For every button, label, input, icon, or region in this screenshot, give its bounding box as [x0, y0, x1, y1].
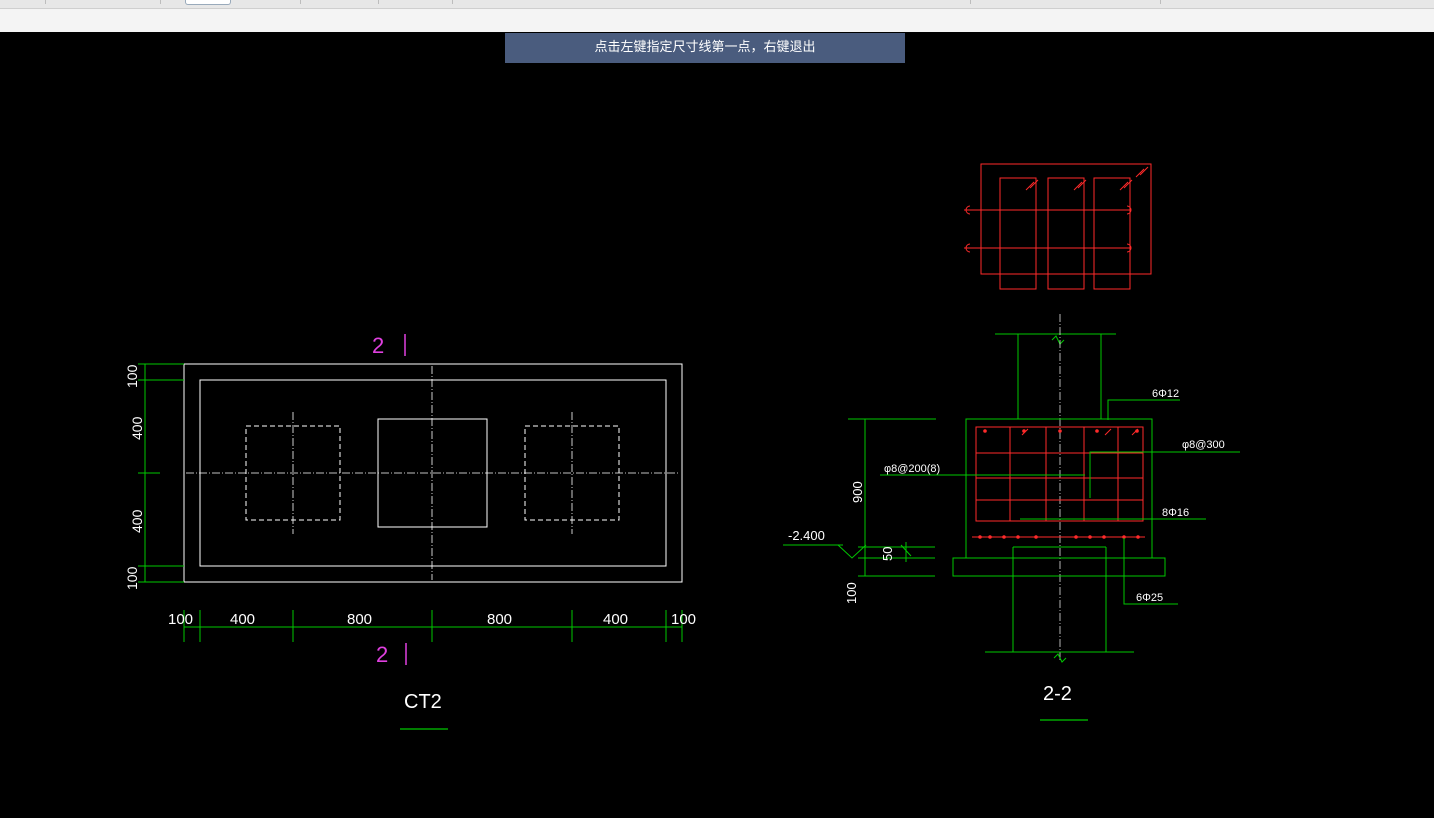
dim-text: 100	[124, 566, 140, 590]
plan-left-dim-texts: 100 400 400 100	[124, 364, 145, 590]
cad-drawing: 2 2 100 400 800 800 400 100 100 400 400 …	[124, 163, 1240, 730]
tab-separator	[452, 0, 453, 4]
toolbar-strip	[0, 9, 1434, 33]
section-mark-bottom: 2	[376, 642, 388, 667]
tab-separator	[45, 0, 46, 4]
elevation-mark: -2.400	[783, 528, 867, 559]
dim-text: 400	[603, 611, 628, 628]
dim-text: 400	[129, 416, 145, 440]
dim-text: 100	[844, 582, 859, 604]
elevation-text: -2.400	[788, 528, 825, 543]
dim-text: 100	[671, 611, 696, 628]
rebar-cage-outline[interactable]	[980, 163, 1152, 275]
rebar-label-bottom: 6Φ25	[1136, 592, 1163, 604]
rebar-labels: 6Φ12 φ8@300 φ8@200(8) 8Φ16 6Φ25	[884, 388, 1225, 604]
stirrup-3[interactable]	[1093, 177, 1131, 290]
tab-separator	[1160, 0, 1161, 4]
dim-text: 400	[230, 611, 255, 628]
dim-text: 900	[850, 481, 865, 503]
cushion-layer[interactable]	[952, 557, 1166, 577]
dim-text: 800	[487, 611, 512, 628]
command-prompt-banner: 点击左键指定尺寸线第一点，右键退出	[505, 33, 905, 63]
section-view: 6Φ12 φ8@300 φ8@200(8) 8Φ16 6Φ25 900 50 1…	[783, 314, 1240, 721]
tab-separator	[378, 0, 379, 4]
section-dim-texts: 900 50 100	[844, 481, 895, 604]
rebar-label-top: 6Φ12	[1152, 388, 1179, 400]
break-symbol	[1051, 335, 1065, 345]
stirrup-1[interactable]	[999, 177, 1037, 290]
section-title: 2-2	[1043, 683, 1072, 705]
section-rebars	[972, 426, 1145, 539]
tab-separator	[970, 0, 971, 4]
stirrup-2[interactable]	[1047, 177, 1085, 290]
dim-text: 400	[129, 509, 145, 533]
rebar-label-stirrup: φ8@200(8)	[884, 463, 940, 475]
plan-left-dimension	[138, 363, 184, 583]
dim-text: 50	[880, 547, 895, 561]
tab-separator	[160, 0, 161, 4]
section-mark-top: 2	[372, 333, 384, 358]
top-tab-strip	[0, 0, 1434, 9]
plan-view: 2 2 100 400 800 800 400 100 100 400 400 …	[124, 333, 696, 730]
rebar-detail	[964, 163, 1152, 290]
dim-text: 100	[168, 611, 193, 628]
drawing-canvas[interactable]: 2 2 100 400 800 800 400 100 100 400 400 …	[0, 32, 1434, 814]
rebar-label-side: φ8@300	[1182, 439, 1225, 451]
dim-text: 100	[124, 364, 140, 388]
tab-separator	[300, 0, 301, 4]
plan-title: CT2	[404, 691, 442, 713]
dim-text: 800	[347, 611, 372, 628]
active-tab[interactable]	[185, 0, 231, 5]
rebar-label-middle: 8Φ16	[1162, 507, 1189, 519]
